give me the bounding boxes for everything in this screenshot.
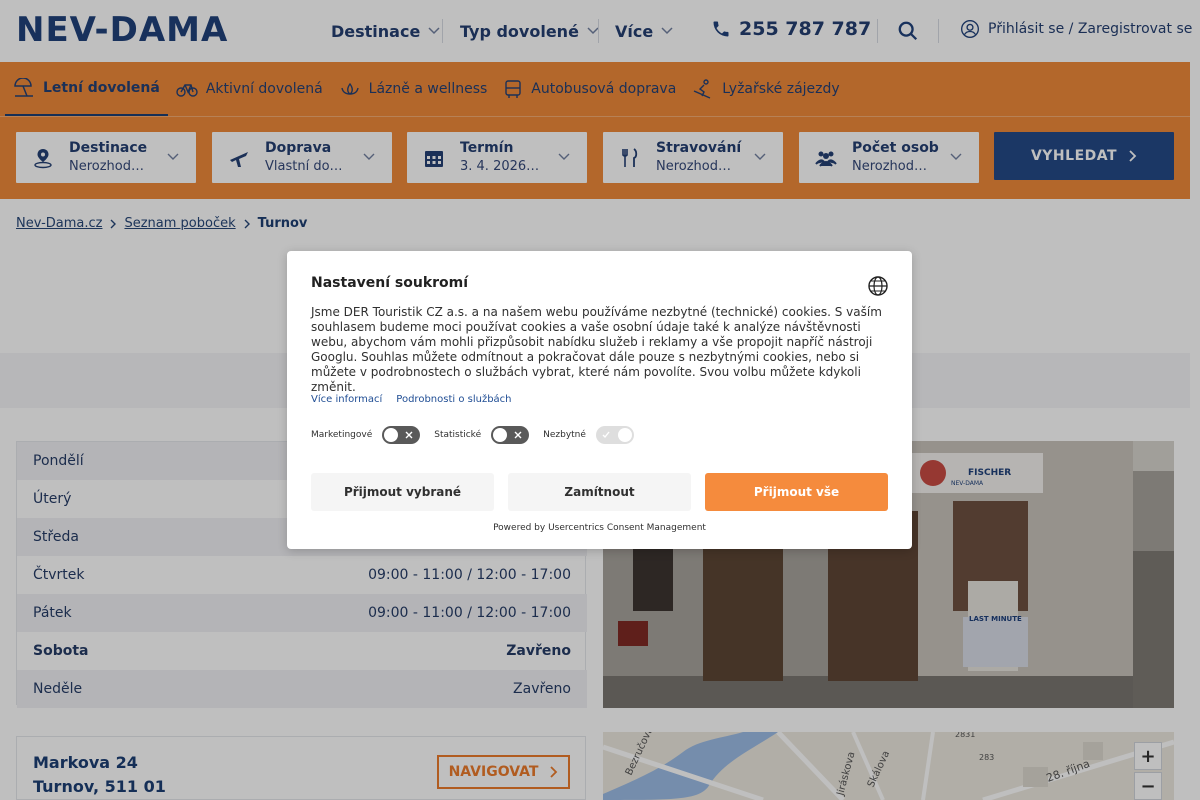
check-icon [602, 431, 610, 439]
toggle-necessary-label: Nezbytné [543, 430, 586, 440]
more-info-link[interactable]: Více informací [311, 394, 382, 405]
service-details-link[interactable]: Podrobnosti o službách [396, 394, 511, 405]
reject-button[interactable]: Zamítnout [508, 473, 691, 511]
modal-title: Nastavení soukromí [311, 275, 469, 291]
cookie-consent-dialog: Nastavení soukromí Jsme DER Touristik CZ… [287, 251, 912, 549]
accept-all-button[interactable]: Přijmout vše [705, 473, 888, 511]
close-icon [514, 431, 522, 439]
modal-description: Jsme DER Touristik CZ a.s. a na našem we… [311, 305, 882, 394]
accept-selected-button[interactable]: Přijmout vybrané [311, 473, 494, 511]
powered-by-text: Powered by Usercentrics Consent Manageme… [493, 523, 706, 533]
toggle-statistic-label: Statistické [434, 430, 482, 440]
toggle-marketing-label: Marketingové [311, 430, 373, 440]
statistics-toggle[interactable] [491, 426, 530, 444]
necessary-toggle [595, 426, 634, 444]
globe-icon[interactable] [867, 275, 889, 297]
marketing-toggle[interactable] [382, 426, 421, 444]
modal-links: Více informací Podrobnosti o službách [311, 394, 512, 405]
toggle-knob [384, 428, 399, 442]
close-icon [405, 431, 413, 439]
consent-toggles: Marketingové Statistické Nezbytné [311, 426, 638, 444]
toggle-knob [617, 428, 632, 442]
toggle-knob [493, 428, 508, 442]
